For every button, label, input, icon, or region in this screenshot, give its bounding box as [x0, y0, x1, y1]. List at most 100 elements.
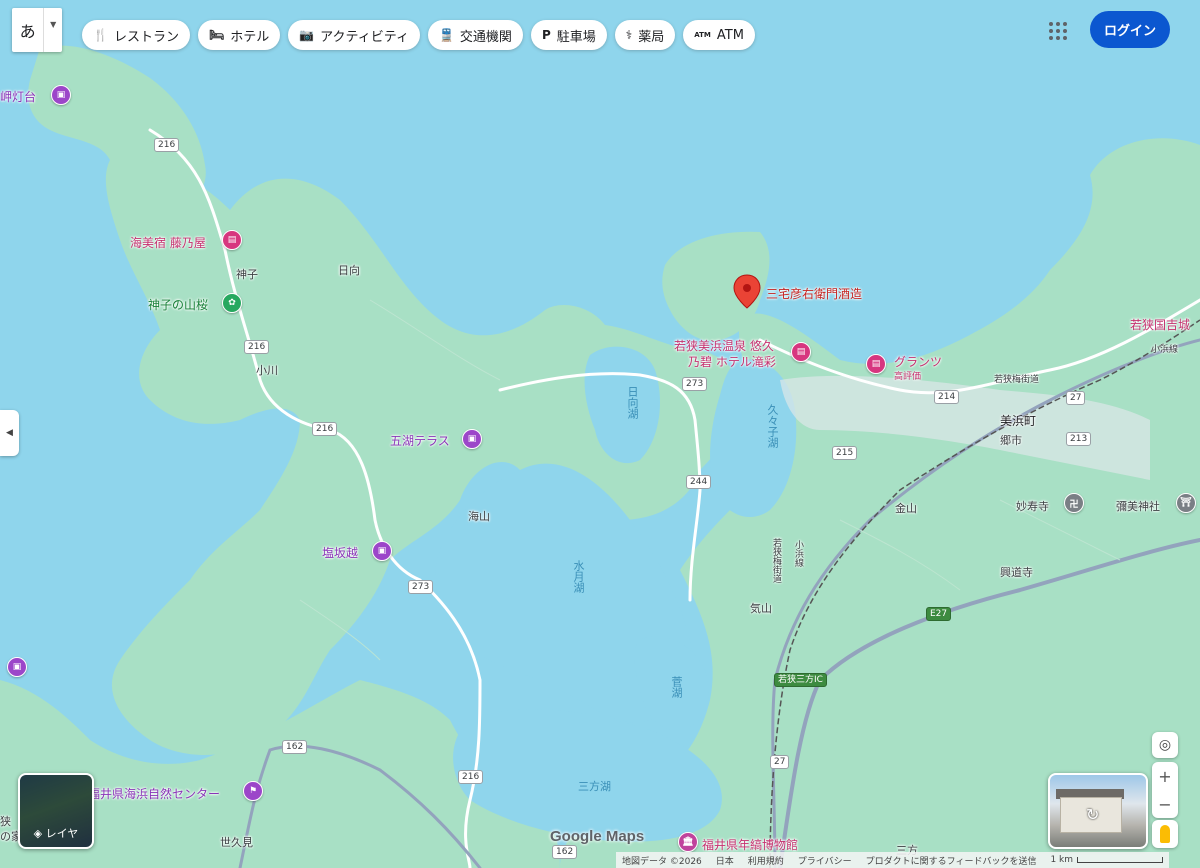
- language-label[interactable]: あ: [12, 8, 43, 52]
- road-shield: 162: [282, 740, 308, 754]
- shrine-marker-icon[interactable]: ⛩: [1176, 493, 1196, 513]
- place-label-castle[interactable]: 若狭国吉城: [1130, 316, 1190, 333]
- pegman-icon[interactable]: [1152, 820, 1178, 848]
- area-label-fk-left: 狭: [0, 815, 11, 828]
- transit-icon: 🚆: [438, 28, 454, 42]
- place-label-lighthouse[interactable]: 岬灯台: [0, 88, 36, 105]
- chip-hotel[interactable]: 🛏 ホテル: [197, 20, 281, 50]
- attraction-marker-icon[interactable]: ▣: [462, 429, 482, 449]
- chip-parking[interactable]: P 駐車場: [530, 20, 607, 50]
- area-label-ogawa: 小川: [256, 364, 278, 377]
- road-shield: 244: [686, 475, 712, 489]
- apps-grid-icon[interactable]: [1046, 19, 1070, 43]
- attraction-marker-icon[interactable]: ▣: [372, 541, 392, 561]
- expressway-shield: E27: [926, 607, 952, 621]
- collapse-panel-chevron-left-icon[interactable]: ◀: [0, 410, 19, 456]
- zoom-control: + −: [1152, 762, 1178, 818]
- place-label-museum[interactable]: 福井県年縞博物館: [702, 836, 798, 853]
- selected-place-label[interactable]: 三宅彦右衛門酒造: [766, 285, 862, 302]
- road-shield: 214: [934, 390, 960, 404]
- copyright-text: 地図データ ©2026: [622, 856, 702, 867]
- scale-bar[interactable]: 1 km: [1050, 855, 1164, 865]
- my-location-button[interactable]: ◎: [1152, 732, 1178, 758]
- road-label-wakasa-kaido-vertical: 若狭梅街道: [771, 538, 781, 583]
- road-shield: 215: [832, 446, 858, 460]
- layers-button[interactable]: ◈ レイヤ: [18, 773, 94, 849]
- road-shield: 273: [408, 580, 434, 594]
- category-chips: 🍴 レストラン 🛏 ホテル 📷 アクティビティ 🚆 交通機関 P 駐車場 ⚕ 薬局 ATM A…: [82, 20, 755, 50]
- road-shield: 216: [458, 770, 484, 784]
- chip-label: 薬局: [638, 29, 665, 45]
- place-label-myojuji[interactable]: 妙寿寺: [1016, 498, 1049, 514]
- road-shield: 216: [154, 138, 180, 152]
- road-shield: 27: [1066, 391, 1086, 405]
- rotate-arrow-icon: ↻: [1086, 805, 1100, 824]
- place-label-onsen[interactable]: 若狭美浜温泉 悠久: [674, 337, 774, 354]
- street-view-thumbnail[interactable]: ↻: [1048, 773, 1148, 849]
- area-label-goichi: 郷市: [1000, 434, 1022, 447]
- camera-icon: 📷: [299, 28, 315, 42]
- station-label-kiyama[interactable]: 気山: [750, 600, 772, 616]
- road-shield: 273: [682, 377, 708, 391]
- place-label-onsen2[interactable]: 乃碧 ホテル滝彩: [688, 353, 776, 370]
- pharmacy-icon: ⚕: [625, 28, 633, 42]
- place-label-yamazakura[interactable]: 神子の山桜: [148, 296, 208, 313]
- place-label-nature-center[interactable]: 福井県海浜自然センター: [88, 785, 220, 802]
- area-label-kaisan: 海山: [468, 510, 490, 523]
- country-link[interactable]: 日本: [716, 854, 734, 867]
- layers-icon: ◈: [33, 827, 43, 840]
- road-shield: 216: [244, 340, 270, 354]
- chip-pharmacy[interactable]: ⚕ 薬局: [614, 20, 676, 50]
- chip-label: 交通機関: [459, 29, 512, 45]
- chevron-down-icon[interactable]: ▼: [43, 8, 62, 52]
- hotel-icon: 🛏: [208, 28, 225, 42]
- chip-atm[interactable]: ATM ATM: [683, 20, 755, 50]
- lake-label-hiruga: 日向湖: [626, 386, 639, 419]
- area-label-sekumi: 世久見: [220, 836, 253, 849]
- hotel-marker-icon[interactable]: ▤: [791, 342, 811, 362]
- feedback-link[interactable]: プロダクトに関するフィードバックを送信: [866, 854, 1037, 867]
- lake-label-kugushi: 久々子湖: [766, 404, 779, 448]
- chip-label: 駐車場: [556, 29, 596, 45]
- lake-label-mikata: 三方湖: [578, 780, 611, 793]
- chip-label: ホテル: [230, 29, 270, 45]
- chip-restaurant[interactable]: 🍴 レストラン: [82, 20, 190, 50]
- town-label-mihama: 美浜町: [1000, 414, 1037, 428]
- place-label-miyami[interactable]: 彌美神社: [1116, 498, 1160, 514]
- temple-marker-icon[interactable]: 卍: [1064, 493, 1084, 513]
- place-label-shiozakagoe[interactable]: 塩坂越: [322, 544, 358, 561]
- attraction-marker-icon[interactable]: ▣: [51, 85, 71, 105]
- layers-label: レイヤ: [45, 827, 79, 840]
- lake-label-suigetsu: 水月湖: [572, 560, 585, 593]
- road-shield: 213: [1066, 432, 1092, 446]
- park-marker-icon[interactable]: ✿: [222, 293, 242, 313]
- road-label-wakasa-kaido: 若狭梅街道: [994, 375, 1040, 385]
- area-label-kanayama: 金山: [895, 502, 917, 515]
- privacy-link[interactable]: プライバシー: [798, 854, 852, 867]
- road-shield: 27: [770, 755, 790, 769]
- ic-label[interactable]: 若狭三方IC: [774, 673, 827, 687]
- terms-link[interactable]: 利用規約: [748, 854, 784, 867]
- map-footer: 地図データ ©2026 日本 利用規約 プライバシー プロダクトに関するフィード…: [616, 852, 1170, 868]
- input-language-selector[interactable]: あ ▼: [12, 8, 62, 52]
- nature-center-marker-icon[interactable]: ⚑: [243, 781, 263, 801]
- museum-marker-icon[interactable]: 🏛: [678, 832, 698, 852]
- restaurant-icon: 🍴: [93, 28, 108, 42]
- hotel-marker-icon[interactable]: ▤: [866, 354, 886, 374]
- place-label-gokoterrace[interactable]: 五湖テラス: [390, 432, 450, 449]
- chip-activity[interactable]: 📷 アクティビティ: [288, 20, 420, 50]
- attraction-marker-icon[interactable]: ▣: [7, 657, 27, 677]
- road-shield: 162: [552, 845, 578, 859]
- chip-label: ATM: [716, 27, 744, 43]
- zoom-out-button[interactable]: −: [1152, 790, 1178, 818]
- lake-label-suga: 菅湖: [670, 676, 683, 698]
- place-label-grants[interactable]: グランツ: [894, 353, 942, 370]
- place-rating-label: 高評価: [894, 372, 922, 382]
- area-label-kamiko: 神子: [236, 268, 258, 281]
- parking-icon: P: [541, 28, 551, 42]
- login-button[interactable]: ログイン: [1090, 11, 1170, 48]
- zoom-in-button[interactable]: +: [1152, 762, 1178, 790]
- hotel-marker-icon[interactable]: ▤: [222, 230, 242, 250]
- place-label-fujinoya[interactable]: 海美宿 藤乃屋: [130, 234, 206, 251]
- chip-transit[interactable]: 🚆 交通機関: [427, 20, 523, 50]
